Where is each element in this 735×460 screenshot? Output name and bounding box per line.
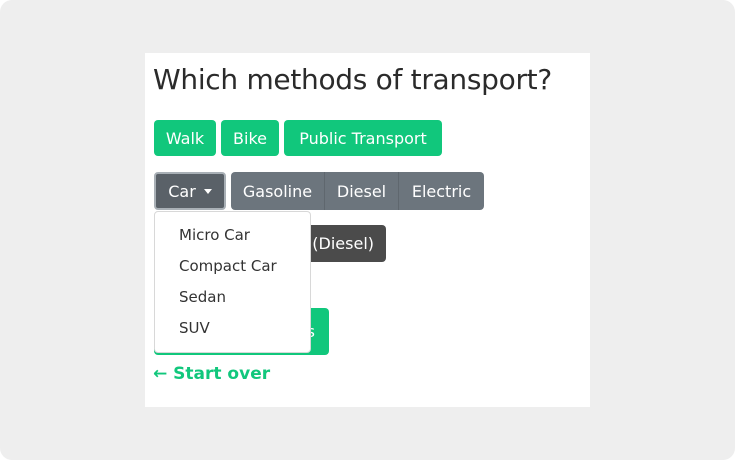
start-over-link[interactable]: ← Start over <box>153 364 270 384</box>
diesel-button[interactable]: Diesel <box>325 172 398 210</box>
car-dropdown-label: Car <box>168 181 196 201</box>
page-background: Which methods of transport? Walk Bike Pu… <box>0 0 735 460</box>
transport-card: Which methods of transport? Walk Bike Pu… <box>145 53 590 407</box>
dropdown-item-compact-car[interactable]: Compact Car <box>155 251 310 282</box>
caret-down-icon <box>203 188 212 194</box>
dropdown-item-suv[interactable]: SUV <box>155 313 310 344</box>
electric-button[interactable]: Electric <box>399 172 484 210</box>
car-dropdown-toggle[interactable]: Car <box>154 172 226 210</box>
dropdown-item-sedan[interactable]: Sedan <box>155 282 310 313</box>
public-transport-button[interactable]: Public Transport <box>284 120 442 156</box>
bike-button[interactable]: Bike <box>221 120 279 156</box>
walk-button[interactable]: Walk <box>154 120 216 156</box>
gasoline-button[interactable]: Gasoline <box>231 172 324 210</box>
dropdown-item-micro-car[interactable]: Micro Car <box>155 220 310 251</box>
selected-vehicle-label: (Diesel) <box>312 234 374 253</box>
page-title: Which methods of transport? <box>153 63 552 96</box>
car-size-dropdown-menu: Micro Car Compact Car Sedan SUV <box>154 211 311 353</box>
